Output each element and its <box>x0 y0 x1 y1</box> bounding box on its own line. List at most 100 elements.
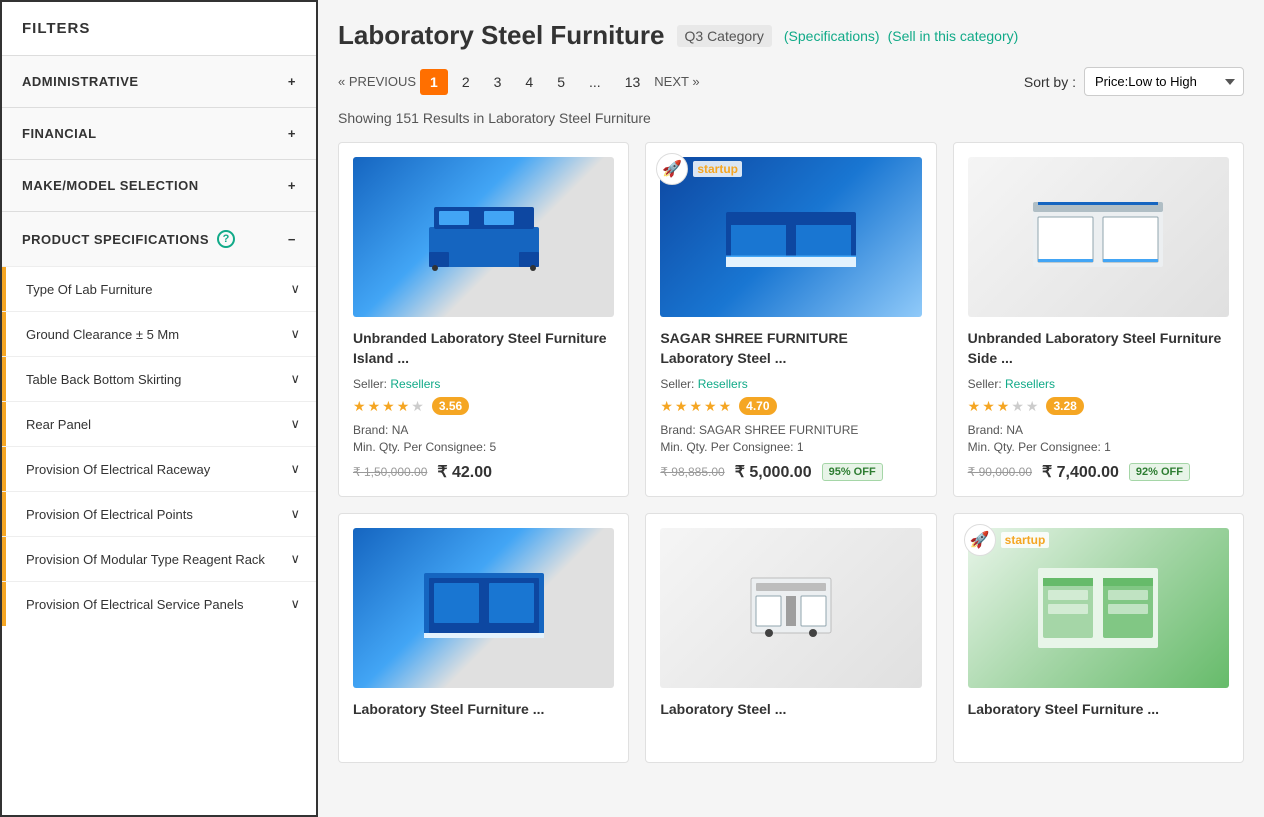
spec-filter-electrical-points[interactable]: Provision Of Electrical Points ∨ <box>2 491 316 536</box>
header-links: (Specifications) (Sell in this category) <box>784 28 1018 44</box>
filter-product-specs-label: PRODUCT SPECIFICATIONS <box>22 232 209 247</box>
product-card-p2[interactable]: 🚀 startup SAGAR SHREE FURNITURE Laborato… <box>645 142 936 497</box>
info-icon[interactable]: ? <box>217 230 235 248</box>
pagination-bar: « PREVIOUS 1 2 3 4 5 ... 13 NEXT » Sort … <box>338 67 1244 96</box>
spec-filter-electrical-raceway[interactable]: Provision Of Electrical Raceway ∨ <box>2 446 316 491</box>
seller-link-p3[interactable]: Resellers <box>1005 377 1055 391</box>
product-card-p3[interactable]: Unbranded Laboratory Steel Furniture Sid… <box>953 142 1244 497</box>
seller-line-p2: Seller: Resellers <box>660 377 921 391</box>
discount-badge-p3: 92% OFF <box>1129 463 1190 481</box>
product-name-p2: SAGAR SHREE FURNITURE Laboratory Steel .… <box>660 329 921 369</box>
star3: ★ <box>997 398 1010 415</box>
spec-filter-ground-clearance[interactable]: Ground Clearance ± 5 Mm ∨ <box>2 311 316 356</box>
filter-administrative-label: ADMINISTRATIVE <box>22 74 139 89</box>
sort-label: Sort by : <box>1024 74 1076 90</box>
startup-badge-p2: 🚀 startup <box>656 153 742 185</box>
sell-in-category-link[interactable]: (Sell in this category) <box>888 28 1019 44</box>
product-image-p1 <box>353 157 614 317</box>
results-count: Showing 151 Results in Laboratory Steel … <box>338 110 1244 126</box>
filter-product-specs-left: PRODUCT SPECIFICATIONS ? <box>22 230 235 248</box>
product-image-p5 <box>660 528 921 688</box>
startup-text-p2: startup <box>693 161 742 177</box>
spec-filter-type-lab-furniture[interactable]: Type Of Lab Furniture ∨ <box>2 266 316 311</box>
current-price-p1: ₹ 42.00 <box>437 462 492 482</box>
page-4-button[interactable]: 4 <box>515 69 543 95</box>
rating-row-p1: ★ ★ ★ ★ ★ 3.56 <box>353 397 614 415</box>
original-price-p2: ₹ 98,885.00 <box>660 465 724 479</box>
spec-filter-service-panels[interactable]: Provision Of Electrical Service Panels ∨ <box>2 581 316 626</box>
filter-make-model-label: MAKE/MODEL SELECTION <box>22 178 199 193</box>
min-qty-p2: Min. Qty. Per Consignee: 1 <box>660 440 921 454</box>
product-card-p5[interactable]: Laboratory Steel ... <box>645 513 936 763</box>
stars-p2: ★ ★ ★ ★ ★ <box>660 398 731 415</box>
prev-button[interactable]: « PREVIOUS <box>338 74 416 89</box>
star4: ★ <box>1011 398 1024 415</box>
sidebar-title: FILTERS <box>2 2 316 55</box>
filter-financial-header[interactable]: FINANCIAL + <box>2 108 316 159</box>
spec-filter-label: Table Back Bottom Skirting <box>26 372 181 387</box>
brand-p3: Brand: NA <box>968 423 1229 437</box>
next-button[interactable]: NEXT » <box>654 74 699 89</box>
seller-line-p3: Seller: Resellers <box>968 377 1229 391</box>
spec-filter-label: Type Of Lab Furniture <box>26 282 152 297</box>
filter-product-specs-icon: − <box>288 232 296 247</box>
filter-make-model-icon: + <box>288 178 296 193</box>
star1: ★ <box>353 398 366 415</box>
chevron-down-icon: ∨ <box>290 416 300 432</box>
startup-text-p6: startup <box>1001 532 1050 548</box>
page-13-button[interactable]: 13 <box>615 69 651 95</box>
discount-badge-p2: 95% OFF <box>822 463 883 481</box>
main-content: Laboratory Steel Furniture Q3 Category (… <box>318 0 1264 817</box>
star4: ★ <box>397 398 410 415</box>
product-card-p6[interactable]: 🚀 startup Laboratory Steel Furniture ... <box>953 513 1244 763</box>
chevron-down-icon: ∨ <box>290 371 300 387</box>
spec-filter-label: Provision Of Electrical Raceway <box>26 462 210 477</box>
min-qty-p3: Min. Qty. Per Consignee: 1 <box>968 440 1229 454</box>
spec-filter-rear-panel[interactable]: Rear Panel ∨ <box>2 401 316 446</box>
product-name-p5: Laboratory Steel ... <box>660 700 921 740</box>
rating-score-p1: 3.56 <box>432 397 469 415</box>
category-badge: Q3 Category <box>677 25 772 47</box>
product-card-p4[interactable]: Laboratory Steel Furniture ... <box>338 513 629 763</box>
page-5-button[interactable]: 5 <box>547 69 575 95</box>
chevron-down-icon: ∨ <box>290 461 300 477</box>
page-3-button[interactable]: 3 <box>484 69 512 95</box>
sort-select[interactable]: Price:Low to High Price:High to Low Rati… <box>1084 67 1244 96</box>
star5: ★ <box>719 398 732 415</box>
current-price-p2: ₹ 5,000.00 <box>735 462 812 482</box>
specifications-link[interactable]: (Specifications) <box>784 28 880 44</box>
rating-row-p2: ★ ★ ★ ★ ★ 4.70 <box>660 397 921 415</box>
star2: ★ <box>368 398 381 415</box>
rating-score-p3: 3.28 <box>1046 397 1083 415</box>
product-grid: Unbranded Laboratory Steel Furniture Isl… <box>338 142 1244 763</box>
filter-section-financial: FINANCIAL + <box>2 107 316 159</box>
price-row-p2: ₹ 98,885.00 ₹ 5,000.00 95% OFF <box>660 462 921 482</box>
sort-area: Sort by : Price:Low to High Price:High t… <box>1024 67 1244 96</box>
spec-filter-label: Provision Of Electrical Service Panels <box>26 597 243 612</box>
spec-filter-label: Rear Panel <box>26 417 91 432</box>
spec-filter-table-back-skirting[interactable]: Table Back Bottom Skirting ∨ <box>2 356 316 401</box>
product-card-p1[interactable]: Unbranded Laboratory Steel Furniture Isl… <box>338 142 629 497</box>
product-image-p4 <box>353 528 614 688</box>
current-price-p3: ₹ 7,400.00 <box>1042 462 1119 482</box>
page-title: Laboratory Steel Furniture <box>338 20 665 51</box>
spec-filter-reagent-rack[interactable]: Provision Of Modular Type Reagent Rack ∨ <box>2 536 316 581</box>
page-2-button[interactable]: 2 <box>452 69 480 95</box>
product-name-p6: Laboratory Steel Furniture ... <box>968 700 1229 740</box>
chevron-down-icon: ∨ <box>290 596 300 612</box>
rating-row-p3: ★ ★ ★ ★ ★ 3.28 <box>968 397 1229 415</box>
pagination: « PREVIOUS 1 2 3 4 5 ... 13 NEXT » <box>338 69 700 95</box>
filter-administrative-header[interactable]: ADMINISTRATIVE + <box>2 56 316 107</box>
filter-make-model-header[interactable]: MAKE/MODEL SELECTION + <box>2 160 316 211</box>
page-header: Laboratory Steel Furniture Q3 Category (… <box>338 20 1244 51</box>
min-qty-p1: Min. Qty. Per Consignee: 5 <box>353 440 614 454</box>
seller-link-p2[interactable]: Resellers <box>698 377 748 391</box>
filter-section-product-specs[interactable]: PRODUCT SPECIFICATIONS ? − <box>2 211 316 266</box>
filter-administrative-icon: + <box>288 74 296 89</box>
startup-logo-p6: 🚀 <box>964 524 996 556</box>
spec-filter-label: Ground Clearance ± 5 Mm <box>26 327 179 342</box>
seller-link-p1[interactable]: Resellers <box>390 377 440 391</box>
page-1-button[interactable]: 1 <box>420 69 448 95</box>
seller-line-p1: Seller: Resellers <box>353 377 614 391</box>
stars-p1: ★ ★ ★ ★ ★ <box>353 398 424 415</box>
